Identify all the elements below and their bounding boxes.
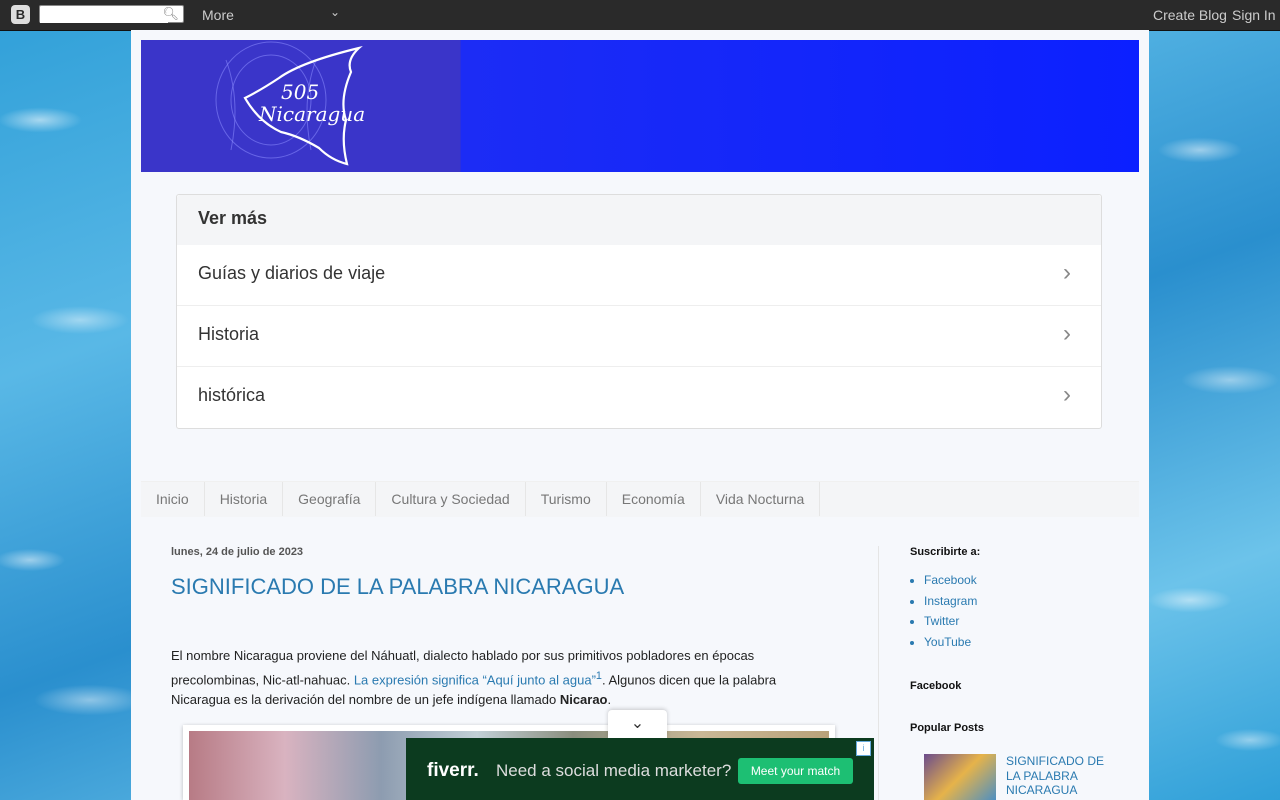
banner-logo: 505 Nicaragua (141, 40, 461, 172)
chevron-right-icon: › (1063, 381, 1071, 408)
tab-cultura-sociedad[interactable]: Cultura y Sociedad (376, 482, 526, 516)
facebook-heading: Facebook (910, 680, 962, 692)
post-body-bold: Nicarao (559, 692, 608, 708)
chevron-right-icon: › (1063, 259, 1071, 286)
ver-mas-title: Ver más (177, 195, 1101, 245)
search-icon[interactable]: 🔍︎ (162, 6, 179, 22)
subscribe-list: Facebook Instagram Twitter YouTube (910, 570, 977, 652)
banner-line1: 505 (281, 80, 320, 104)
navbar-search: 🔍︎ (39, 5, 184, 23)
tab-historia[interactable]: Historia (205, 482, 284, 516)
create-blog-link[interactable]: Create Blog (1153, 7, 1227, 23)
ver-mas-item[interactable]: Guías y diarios de viaje › (177, 245, 1101, 306)
subscribe-link-facebook[interactable]: Facebook (924, 570, 977, 591)
post-title[interactable]: SIGNIFICADO DE LA PALABRA NICARAGUA (171, 574, 624, 600)
popular-posts-heading: Popular Posts (910, 722, 984, 734)
subscribe-link-instagram[interactable]: Instagram (924, 591, 977, 612)
post-body: El nombre Nicaragua proviene del Náhuatl… (171, 646, 811, 710)
tab-economia[interactable]: Economía (607, 482, 701, 516)
page-tabs: Inicio Historia Geografía Cultura y Soci… (141, 481, 1139, 517)
sign-in-link[interactable]: Sign In (1232, 7, 1276, 23)
ver-mas-item[interactable]: Historia › (177, 306, 1101, 367)
subscribe-link-youtube[interactable]: YouTube (924, 632, 977, 653)
ad-collapse-toggle[interactable]: ⌄ (608, 710, 667, 738)
banner-line2: Nicaragua (259, 102, 366, 126)
post-date: lunes, 24 de julio de 2023 (171, 546, 304, 558)
blogger-navbar: B 🔍︎ More ⌄ Create Blog Sign In (0, 0, 1280, 31)
tab-turismo[interactable]: Turismo (526, 482, 607, 516)
tab-vida-nocturna[interactable]: Vida Nocturna (701, 482, 821, 516)
ver-mas-item-label: Historia (198, 324, 260, 344)
chevron-down-icon[interactable]: ⌄ (330, 5, 340, 19)
column-divider (878, 546, 879, 800)
chevron-down-icon: ⌄ (630, 715, 645, 732)
header-banner[interactable]: 505 Nicaragua (141, 40, 1139, 172)
subscribe-link-twitter[interactable]: Twitter (924, 611, 977, 632)
subscribe-heading: Suscribirte a: (910, 546, 981, 558)
ver-mas-widget: Ver más Guías y diarios de viaje › Histo… (176, 194, 1102, 429)
ver-mas-item[interactable]: histórica › (177, 367, 1101, 427)
post-body-text: . (607, 692, 612, 708)
chevron-right-icon: › (1063, 320, 1071, 347)
ad-text: Need a social media marketer? (496, 761, 732, 780)
post-body-link[interactable]: La expresión significa “Aquí junto al ag… (354, 672, 596, 687)
ad-info-icon[interactable]: i (856, 741, 871, 756)
blogger-logo-icon[interactable]: B (11, 5, 30, 24)
tab-inicio[interactable]: Inicio (141, 482, 205, 516)
navbar-search-input[interactable] (40, 7, 168, 23)
ver-mas-item-label: histórica (198, 385, 266, 405)
popular-post-thumbnail[interactable] (924, 754, 996, 800)
ad-cta-button[interactable]: Meet your match (738, 758, 853, 784)
popular-post-title[interactable]: SIGNIFICADO DE LA PALABRA NICARAGUA (1006, 754, 1116, 798)
tab-geografia[interactable]: Geografía (283, 482, 377, 516)
fiverr-ad-banner[interactable]: fiverr. Need a social media marketer? Me… (406, 738, 874, 800)
ad-brand-logo: fiverr. (427, 760, 479, 781)
ver-mas-item-label: Guías y diarios de viaje (198, 263, 386, 283)
more-menu[interactable]: More (202, 7, 234, 23)
blog-content: 505 Nicaragua Ver más Guías y diarios de… (131, 30, 1149, 800)
